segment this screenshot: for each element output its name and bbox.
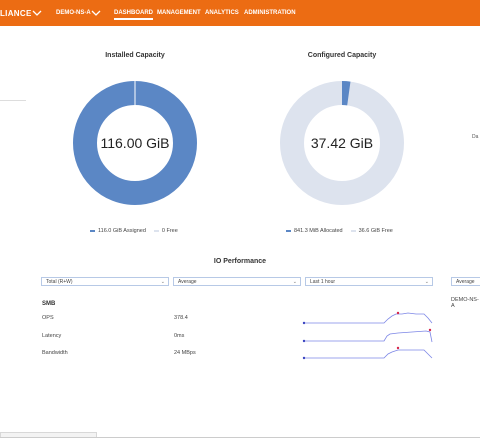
metric-label-bandwidth: Bandwidth	[42, 350, 68, 356]
legend-assigned: 116.0 GiB Assigned	[98, 228, 146, 234]
metric-label-latency: Latency	[42, 333, 62, 339]
select-value: Average	[178, 279, 197, 285]
chevron-down-icon[interactable]	[91, 9, 101, 17]
namespace-selector[interactable]: DEMO-NS-A	[56, 10, 91, 16]
select-value: Last 1 hour	[310, 279, 336, 285]
configured-capacity-title: Configured Capacity	[307, 52, 377, 59]
nav-dashboard[interactable]: DASHBOARD	[114, 10, 153, 20]
right-panel-label: Da	[472, 134, 479, 140]
chevron-down-icon: ⌄	[292, 279, 297, 285]
configured-capacity-donut: 37.42 GiB	[280, 81, 404, 205]
legend-allocated: 841.3 MiB Allocated	[294, 228, 343, 234]
chevron-down-icon: ⌄	[424, 279, 429, 285]
brand-logo: LIANCE	[0, 9, 32, 18]
nav-management[interactable]: MANAGEMENT	[157, 10, 201, 16]
sparkline-ops	[302, 311, 433, 325]
legend-free: 36.6 GiB Free	[358, 228, 393, 234]
io-sparklines	[302, 311, 433, 360]
installed-capacity-value: 116.00 GiB	[100, 135, 169, 151]
configured-capacity-value: 37.42 GiB	[311, 135, 373, 151]
top-navigation-bar: LIANCE DEMO-NS-A DASHBOARD MANAGEMENT AN…	[0, 0, 480, 26]
sparkline-latency	[302, 328, 433, 343]
time-range-select[interactable]: Last 1 hour ⌄	[305, 277, 433, 286]
bottom-divider	[0, 437, 480, 438]
legend-free: 0 Free	[161, 228, 178, 234]
aggregation-select-right[interactable]: Average	[451, 277, 480, 286]
sidebar-divider	[0, 100, 26, 101]
installed-capacity-donut: 116.00 GiB	[73, 81, 197, 205]
installed-capacity-title: Installed Capacity	[105, 52, 165, 59]
protocol-section-heading: SMB	[42, 301, 56, 307]
metric-value-ops: 378.4	[174, 315, 188, 321]
legend-swatch	[90, 229, 95, 232]
nav-administration[interactable]: ADMINISTRATION	[244, 10, 296, 16]
select-value: Total (R+W)	[46, 279, 73, 285]
aggregation-select[interactable]: Average ⌄	[173, 277, 301, 286]
metric-label-ops: OPS	[42, 315, 54, 321]
nav-analytics[interactable]: ANALYTICS	[205, 10, 239, 16]
configured-legend: 841.3 MiB Allocated 36.6 GiB Free	[286, 228, 393, 234]
io-performance-title: IO Performance	[213, 258, 267, 265]
chevron-down-icon: ⌄	[160, 279, 165, 285]
metric-value-bandwidth: 24 MBps	[174, 350, 196, 356]
operation-type-select[interactable]: Total (R+W) ⌄	[41, 277, 169, 286]
namespace-column-label: DEMO-NS-A	[451, 297, 479, 309]
legend-swatch	[153, 229, 159, 232]
chevron-down-icon[interactable]	[32, 9, 42, 17]
select-value: Average	[456, 279, 475, 285]
installed-legend: 116.0 GiB Assigned 0 Free	[90, 228, 178, 234]
legend-swatch	[286, 229, 291, 232]
legend-swatch	[350, 229, 356, 232]
sparkline-bandwidth	[302, 346, 433, 360]
metric-value-latency: 0ms	[174, 333, 185, 339]
